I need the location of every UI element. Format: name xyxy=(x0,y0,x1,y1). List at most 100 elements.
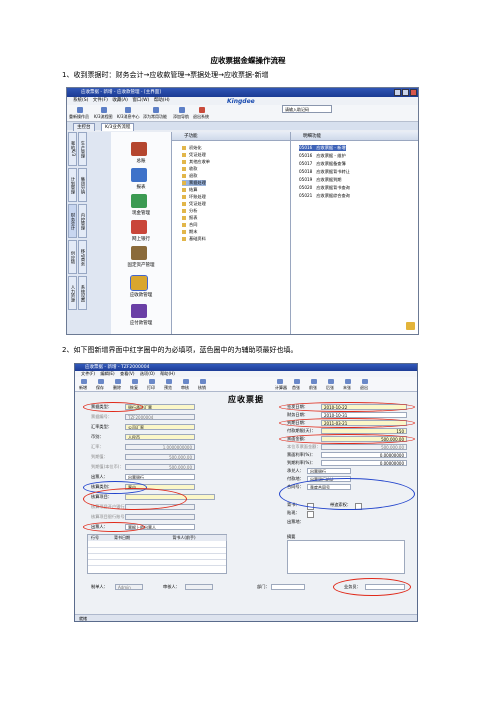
toolbar-icon[interactable] xyxy=(98,379,104,384)
field-value[interactable]: 0.00000000 xyxy=(321,460,407,466)
toolbar-button[interactable]: 恢复 xyxy=(130,385,138,391)
module-online-bank[interactable]: 网上银行 xyxy=(111,236,171,242)
endorse-checkbox[interactable] xyxy=(307,503,314,510)
module-cash[interactable]: 现金管理 xyxy=(111,210,171,216)
sub-function-item[interactable]: 凭证处理 xyxy=(182,201,206,207)
toolbar-button[interactable]: 末张 xyxy=(343,385,351,391)
sub-function-item[interactable]: 其他应收单 xyxy=(182,159,210,165)
toolbar-button-switch-user[interactable]: 重新操作员 xyxy=(69,114,89,120)
receivable-icon[interactable] xyxy=(130,275,148,291)
field-value[interactable]: 500,000.00 xyxy=(321,436,407,442)
field-value[interactable]: 公司汇率 xyxy=(125,424,195,430)
field-value[interactable]: 150 xyxy=(321,428,407,434)
sub-function-item[interactable]: 凭证处理 xyxy=(182,152,206,158)
toolbar-button[interactable]: 计算器 xyxy=(275,385,287,391)
tab-business-flow[interactable]: K/3业务流程 xyxy=(101,123,135,131)
toolbar-icon[interactable] xyxy=(132,379,138,384)
field-value[interactable]: 人民币 xyxy=(125,434,195,440)
vnav-mobile[interactable]: 移动商务 xyxy=(78,240,87,274)
toolbar-icon[interactable] xyxy=(149,379,155,384)
memo-field[interactable] xyxy=(287,540,405,574)
detail-function-item[interactable]: 05018 应收票据背书转让 xyxy=(299,169,350,175)
toolbar-button[interactable]: 审核 xyxy=(181,385,189,391)
toolbar-button-message-center[interactable]: K/3消息中心 xyxy=(117,114,140,120)
sub-function-item[interactable]: 退款 xyxy=(182,173,197,179)
discount-checkbox[interactable] xyxy=(307,511,314,518)
field-value[interactable]: 出票银行 xyxy=(125,474,195,480)
vnav-production[interactable]: 生产管理 xyxy=(78,132,87,166)
field-value[interactable]: 票据上的出票人 xyxy=(125,524,195,530)
toolbar-button[interactable]: 退出 xyxy=(360,385,368,391)
vnav-hr[interactable]: 人力资源 xyxy=(68,276,77,310)
detail-function-item[interactable]: 05016 应收票据 - 维护 xyxy=(299,153,346,159)
field-value[interactable]: 2010-10-22 xyxy=(321,404,407,410)
sub-function-item[interactable]: 票据处理 xyxy=(182,180,206,186)
field-value[interactable] xyxy=(125,494,215,500)
toolbar-icon[interactable] xyxy=(328,379,334,384)
detail-function-item[interactable]: 05016 应收票据 - 新增 xyxy=(299,145,346,151)
toolbar-icon[interactable] xyxy=(311,379,317,384)
toolbar-icon[interactable] xyxy=(166,379,172,384)
add-nav-icon[interactable] xyxy=(179,107,185,113)
sub-function-item[interactable]: 坏账处理 xyxy=(182,194,206,200)
briefcase-icon[interactable] xyxy=(406,322,415,330)
salesman-field[interactable] xyxy=(365,584,405,590)
vnav-plan[interactable]: 计划管理 xyxy=(68,168,77,202)
online-bank-icon[interactable] xyxy=(131,220,147,234)
toolbar-button-add-nav[interactable]: 添加导航 xyxy=(173,114,189,120)
toolbar-button[interactable]: 后张 xyxy=(326,385,334,391)
message-center-icon[interactable] xyxy=(125,107,131,113)
toolbar-icon[interactable] xyxy=(115,379,121,384)
toolbar-button[interactable]: 打印 xyxy=(147,385,155,391)
toolbar-button-exit[interactable]: 退出系统 xyxy=(193,114,209,120)
payable-icon[interactable] xyxy=(131,304,147,318)
sub-function-item[interactable]: 收款 xyxy=(182,166,197,172)
vnav-settings[interactable]: 系统设置 xyxy=(78,276,87,310)
cash-icon[interactable] xyxy=(131,194,147,208)
toolbar-button[interactable]: 删除 xyxy=(113,385,121,391)
toolbar-button[interactable]: 前张 xyxy=(309,385,317,391)
maximize-icon[interactable] xyxy=(402,89,409,96)
vnav-finance[interactable]: 财务会计 xyxy=(68,204,77,238)
report-icon[interactable] xyxy=(131,168,147,182)
recourse-checkbox[interactable] xyxy=(355,503,362,510)
toolbar-icon[interactable] xyxy=(81,379,87,384)
toolbar-button[interactable]: 新增 xyxy=(79,385,87,391)
fixed-asset-icon[interactable] xyxy=(131,246,147,260)
toolbar-button-add-favorite[interactable]: 添为常用功能 xyxy=(143,114,167,120)
field-value[interactable]: 出票银行 xyxy=(307,468,351,474)
sub-function-item[interactable]: 报表 xyxy=(182,215,197,221)
sub-function-item[interactable]: 期末 xyxy=(182,229,197,235)
toolbar-icon[interactable] xyxy=(362,379,368,384)
sub-function-item[interactable]: 合同 xyxy=(182,222,197,228)
toolbar-button[interactable]: 预览 xyxy=(164,385,172,391)
field-value[interactable]: 出票银行地址 xyxy=(307,476,351,482)
toolbar-icon[interactable] xyxy=(294,379,300,384)
sub-function-item[interactable]: 结算 xyxy=(182,187,197,193)
field-value[interactable]: 2011-03-21 xyxy=(321,420,407,426)
sub-function-item[interactable]: 基础资料 xyxy=(182,236,206,242)
vnav-group[interactable]: 集团分销 xyxy=(78,168,87,202)
close-icon[interactable] xyxy=(410,89,417,96)
field-value[interactable]: 0.00000000 xyxy=(321,452,407,458)
sub-function-item[interactable]: 分析 xyxy=(182,208,197,214)
module-report[interactable]: 报表 xyxy=(111,184,171,190)
toolbar-icon[interactable] xyxy=(183,379,189,384)
switch-user-icon[interactable] xyxy=(77,107,83,113)
module-ledger[interactable]: 总账 xyxy=(111,158,171,164)
toolbar-icon[interactable] xyxy=(200,379,206,384)
sub-function-item[interactable]: 初始化 xyxy=(182,145,202,151)
module-receivable[interactable]: 应收款管理 xyxy=(111,292,171,298)
tab-main-console[interactable]: 主控台 xyxy=(73,123,95,131)
minimize-icon[interactable] xyxy=(394,89,401,96)
field-value[interactable]: 银行承兑汇票 xyxy=(125,404,195,410)
module-payable[interactable]: 应付款管理 xyxy=(111,320,171,326)
detail-function-item[interactable]: 05019 应收票据到期 xyxy=(299,177,341,183)
toolbar-button[interactable]: 保存 xyxy=(96,385,104,391)
field-value[interactable]: 2010-10-31 xyxy=(321,412,407,418)
mnemonic-search-input[interactable]: 请输入助记码 xyxy=(282,105,332,113)
detail-function-item[interactable]: 05020 应收票据背书查询 xyxy=(299,185,350,191)
detail-function-item[interactable]: 05021 应收票据综合查询 xyxy=(299,193,350,199)
favorite-icon[interactable] xyxy=(153,107,159,113)
dept-field[interactable] xyxy=(271,584,305,590)
